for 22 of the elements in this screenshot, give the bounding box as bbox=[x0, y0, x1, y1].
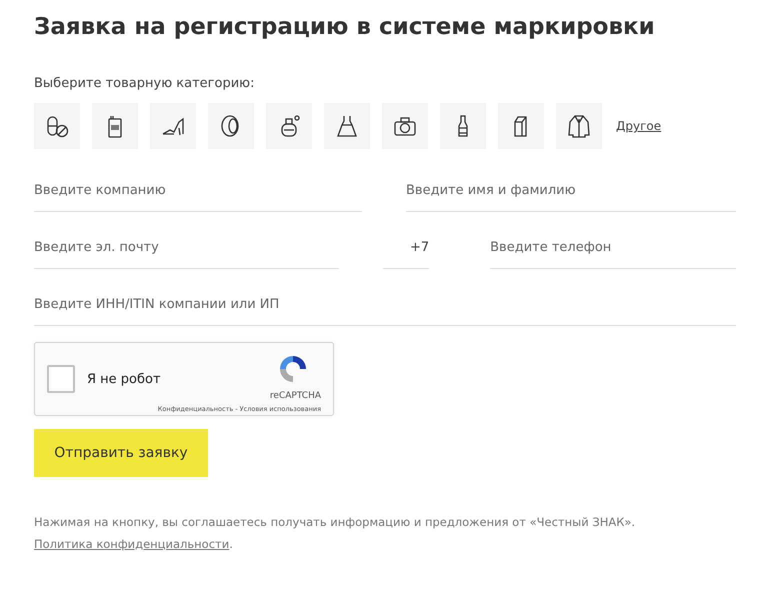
phone-prefix: +7 bbox=[383, 232, 430, 269]
category-button[interactable] bbox=[440, 103, 486, 149]
category-label: Выберите товарную категорию: bbox=[34, 76, 256, 91]
category-button[interactable] bbox=[324, 103, 370, 149]
category-button[interactable] bbox=[208, 103, 254, 149]
category-button[interactable] bbox=[92, 103, 138, 149]
form-title: Заявка на регистрацию в системе маркировки bbox=[34, 14, 656, 40]
coat-icon bbox=[566, 113, 592, 139]
submit-button[interactable]: Отправить заявку bbox=[34, 429, 208, 477]
category-button[interactable] bbox=[382, 103, 428, 149]
other-link[interactable]: Другое bbox=[616, 119, 662, 133]
category-button[interactable] bbox=[556, 103, 602, 149]
captcha-checkbox[interactable] bbox=[47, 365, 75, 393]
captcha-label: Я не робот bbox=[87, 372, 161, 386]
category-button[interactable] bbox=[266, 103, 312, 149]
privacy-link[interactable]: Политика конфиденциальности bbox=[34, 537, 230, 551]
category-button[interactable] bbox=[150, 103, 196, 149]
captcha-logo-icon bbox=[277, 353, 309, 385]
category-button[interactable] bbox=[34, 103, 80, 149]
consent-notice: Нажимая на кнопку, вы соглашаетесь получать информацию и предложения от «Честный ЗНАК». Политика конфиденциальности. bbox=[34, 514, 636, 553]
category-button[interactable] bbox=[498, 103, 544, 149]
captcha-brand: reCAPTCHA bbox=[270, 391, 321, 401]
